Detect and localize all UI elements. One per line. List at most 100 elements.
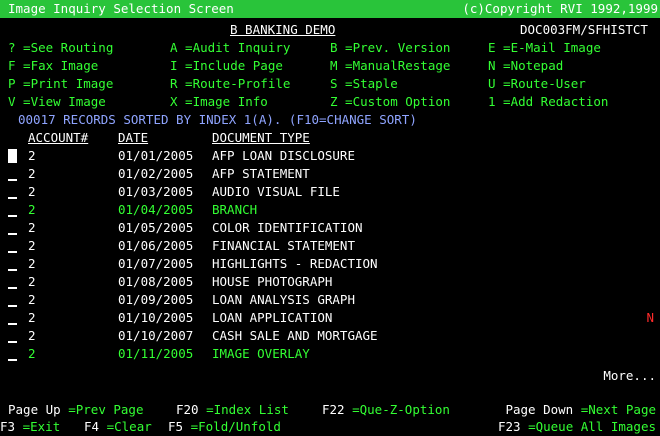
fkey-f20[interactable]: F20 =Index List [176,402,289,418]
fkey-f3-desc: =Exit [22,419,61,434]
table-row[interactable]: 2 01/04/2005 BRANCH [0,202,660,220]
fkey-f20-key: F20 [176,402,199,417]
fkey-page-down-key: Page Down [505,402,574,417]
account-cell: 2 [28,310,36,325]
fkey-f3-key: F3 [0,419,16,434]
table-row[interactable]: 2 01/09/2005 LOAN ANALYSIS GRAPH [0,292,660,310]
date-cell: 01/08/2005 [118,274,194,289]
account-cell: 2 [28,256,36,271]
account-cell: 2 [28,274,36,289]
title-bar: Image Inquiry Selection Screen (c)Copyri… [0,0,660,18]
table-row[interactable]: 2 01/07/2005 HIGHLIGHTS - REDACTION [0,256,660,274]
date-cell: 01/02/2005 [118,166,194,181]
option-prev-version: B =Prev. Version [330,40,451,55]
column-header-date: DATE [118,130,149,145]
table-row[interactable]: 2 01/01/2005 AFP LOAN DISCLOSURE [0,148,660,166]
row-select-field[interactable] [8,185,17,199]
date-cell: 01/06/2005 [118,238,194,253]
fkey-page-up-desc: =Prev Page [68,402,144,417]
program-id: DOC003FM/SFHISTCT [520,22,648,37]
date-cell: 01/03/2005 [118,184,194,199]
row-select-field[interactable] [8,239,17,253]
option-custom-option: Z =Custom Option [330,94,451,109]
date-cell: 01/05/2005 [118,220,194,235]
column-header-document-type: DOCUMENT TYPE [212,130,310,145]
option-fax-image: F =Fax Image [8,58,99,73]
date-cell: 01/01/2005 [118,148,194,163]
account-cell: 2 [28,202,36,217]
option-include-page: I =Include Page [170,58,283,73]
table-row[interactable]: 2 01/11/2005 IMAGE OVERLAY [0,346,660,364]
option-see-routing: ? =See Routing [8,40,114,55]
account-cell: 2 [28,184,36,199]
document-type-cell: FINANCIAL STATEMENT [212,238,355,253]
account-cell: 2 [28,292,36,307]
row-select-field[interactable] [8,347,17,361]
account-cell: 2 [28,238,36,253]
document-type-cell: BRANCH [212,202,258,217]
notepad-flag: N [646,310,654,325]
fkey-f20-desc: =Index List [206,402,289,417]
row-select-field[interactable] [8,203,17,217]
date-cell: 01/07/2005 [118,256,194,271]
row-select-field[interactable] [8,311,17,325]
date-cell: 01/11/2005 [118,346,194,361]
option-manual-restage: M =ManualRestage [330,58,451,73]
account-cell: 2 [28,166,36,181]
fkey-f23-key: F23 [497,419,521,434]
option-image-info: X =Image Info [170,94,268,109]
fkey-page-up[interactable]: Page Up =Prev Page [8,402,143,418]
fkey-page-down[interactable]: Page Down =Next Page [505,402,656,418]
document-type-cell: HOUSE PHOTOGRAPH [212,274,333,289]
document-type-cell: IMAGE OVERLAY [212,346,310,361]
option-staple: S =Staple [330,76,398,91]
document-type-cell: AFP LOAN DISCLOSURE [212,148,355,163]
document-type-cell: HIGHLIGHTS - REDACTION [212,256,378,271]
document-type-cell: COLOR IDENTIFICATION [212,220,363,235]
row-select-field[interactable] [8,257,17,271]
row-select-field[interactable] [8,221,17,235]
option-route-user: U =Route-User [488,76,586,91]
fkey-f22[interactable]: F22 =Que-Z-Option [322,402,450,418]
fkey-f4-key: F4 [84,419,100,434]
account-cell: 2 [28,220,36,235]
option-email-image: E =E-Mail Image [488,40,601,55]
table-row[interactable]: 2 01/10/2007 CASH SALE AND MORTGAGE [0,328,660,346]
fkey-f22-desc: =Que-Z-Option [352,402,450,417]
account-cell: 2 [28,328,36,343]
option-audit-inquiry: A =Audit Inquiry [170,40,291,55]
fkey-page-up-key: Page Up [8,402,61,417]
row-select-field[interactable] [8,167,17,181]
date-cell: 01/04/2005 [118,202,194,217]
document-type-cell: AFP STATEMENT [212,166,310,181]
row-select-field[interactable] [8,275,17,289]
row-select-field[interactable] [8,293,17,307]
fkey-f5-key: F5 [168,419,184,434]
document-type-cell: LOAN APPLICATION [212,310,333,325]
table-row[interactable]: 2 01/03/2005 AUDIO VISUAL FILE [0,184,660,202]
fkey-f5[interactable]: F5 =Fold/Unfold [168,419,281,435]
table-row[interactable]: 2 01/05/2005 COLOR IDENTIFICATION [0,220,660,238]
option-notepad: N =Notepad [488,58,564,73]
date-cell: 01/09/2005 [118,292,194,307]
fkey-f5-desc: =Fold/Unfold [190,419,281,434]
table-row[interactable]: 2 01/10/2005 LOAN APPLICATION N [0,310,660,328]
more-indicator: More... [603,368,656,383]
app-name: B BANKING DEMO [230,22,336,37]
table-row[interactable]: 2 01/02/2005 AFP STATEMENT [0,166,660,184]
table-row[interactable]: 2 01/06/2005 FINANCIAL STATEMENT [0,238,660,256]
fkey-f4-desc: =Clear [106,419,152,434]
fkey-f3[interactable]: F3 =Exit [0,419,60,435]
option-route-profile: R =Route-Profile [170,76,291,91]
fkey-f4[interactable]: F4 =Clear [84,419,152,435]
account-cell: 2 [28,148,36,163]
date-cell: 01/10/2005 [118,310,194,325]
table-row[interactable]: 2 01/08/2005 HOUSE PHOTOGRAPH [0,274,660,292]
row-select-field[interactable] [8,149,17,163]
option-view-image: V =View Image [8,94,106,109]
fkey-f22-key: F22 [322,402,345,417]
row-select-field[interactable] [8,329,17,343]
option-add-redaction: 1 =Add Redaction [488,94,609,109]
fkey-f23[interactable]: F23 =Queue All Images [498,419,656,435]
document-type-cell: AUDIO VISUAL FILE [212,184,340,199]
